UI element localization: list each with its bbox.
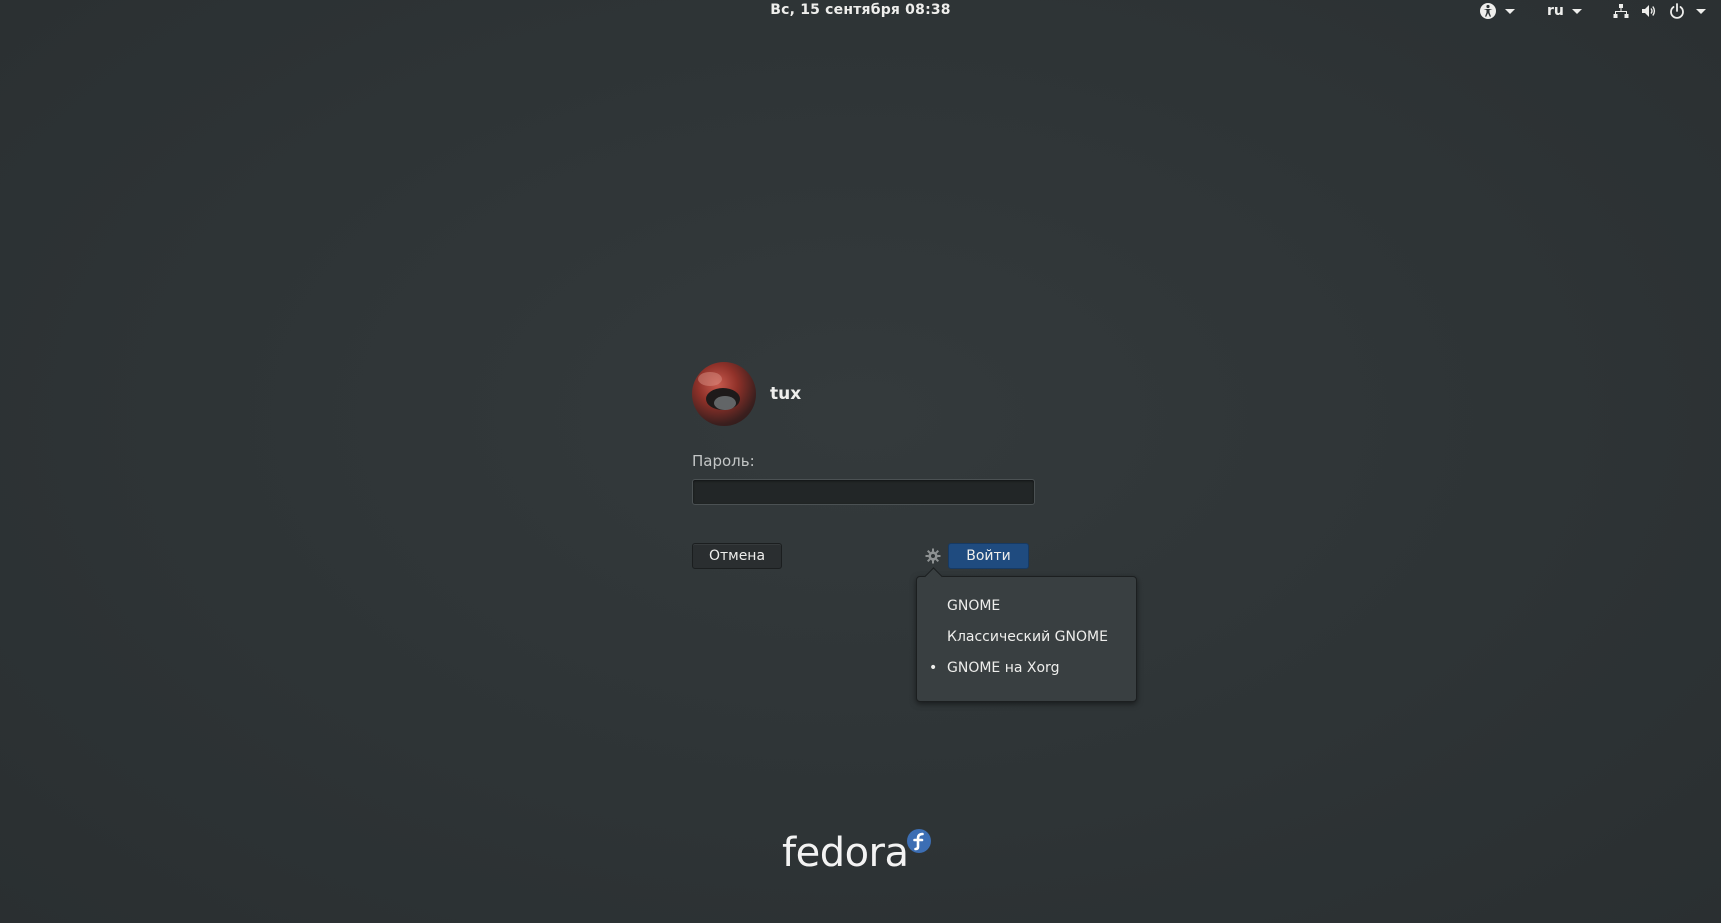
chevron-down-icon bbox=[1505, 8, 1515, 14]
accessibility-menu[interactable] bbox=[1479, 1, 1515, 21]
session-item-label: GNOME на Xorg bbox=[947, 660, 1060, 676]
language-label: ru bbox=[1547, 3, 1564, 19]
logo-text: fedora bbox=[782, 830, 909, 876]
session-menu: GNOME Классический GNOME • GNOME на Xorg bbox=[916, 567, 1137, 702]
session-item-label: Классический GNOME bbox=[947, 629, 1108, 645]
session-item-gnome-xorg[interactable]: • GNOME на Xorg bbox=[917, 655, 1136, 683]
avatar bbox=[692, 362, 756, 426]
session-item-gnome[interactable]: GNOME bbox=[917, 593, 1136, 621]
language-menu[interactable]: ru bbox=[1547, 1, 1582, 21]
fedora-infinity-icon bbox=[907, 829, 931, 853]
clock[interactable]: Вс, 15 сентября 08:38 bbox=[0, 2, 1721, 18]
fedora-logo: fedora bbox=[782, 826, 942, 876]
username: tux bbox=[770, 384, 802, 404]
accessibility-icon bbox=[1479, 2, 1497, 20]
chevron-down-icon bbox=[1696, 8, 1706, 14]
top-bar: Вс, 15 сентября 08:38 ru bbox=[0, 0, 1721, 22]
cancel-button[interactable]: Отмена bbox=[692, 543, 782, 569]
chevron-down-icon bbox=[1571, 8, 1582, 14]
sign-in-button[interactable]: Войти bbox=[948, 543, 1029, 569]
session-item-label: GNOME bbox=[947, 598, 1001, 614]
login-screen: Вс, 15 сентября 08:38 ru tux Пароль: Отм… bbox=[0, 0, 1721, 923]
system-menu[interactable] bbox=[1612, 1, 1706, 21]
password-label: Пароль: bbox=[692, 452, 755, 470]
network-icon bbox=[1612, 2, 1630, 20]
power-icon bbox=[1668, 2, 1686, 20]
password-input[interactable] bbox=[692, 479, 1035, 505]
menu-pointer bbox=[924, 567, 943, 586]
gear-icon[interactable] bbox=[925, 548, 941, 564]
selected-bullet-icon: • bbox=[929, 660, 938, 676]
session-item-gnome-classic[interactable]: Классический GNOME bbox=[917, 624, 1136, 652]
volume-icon bbox=[1640, 2, 1658, 20]
